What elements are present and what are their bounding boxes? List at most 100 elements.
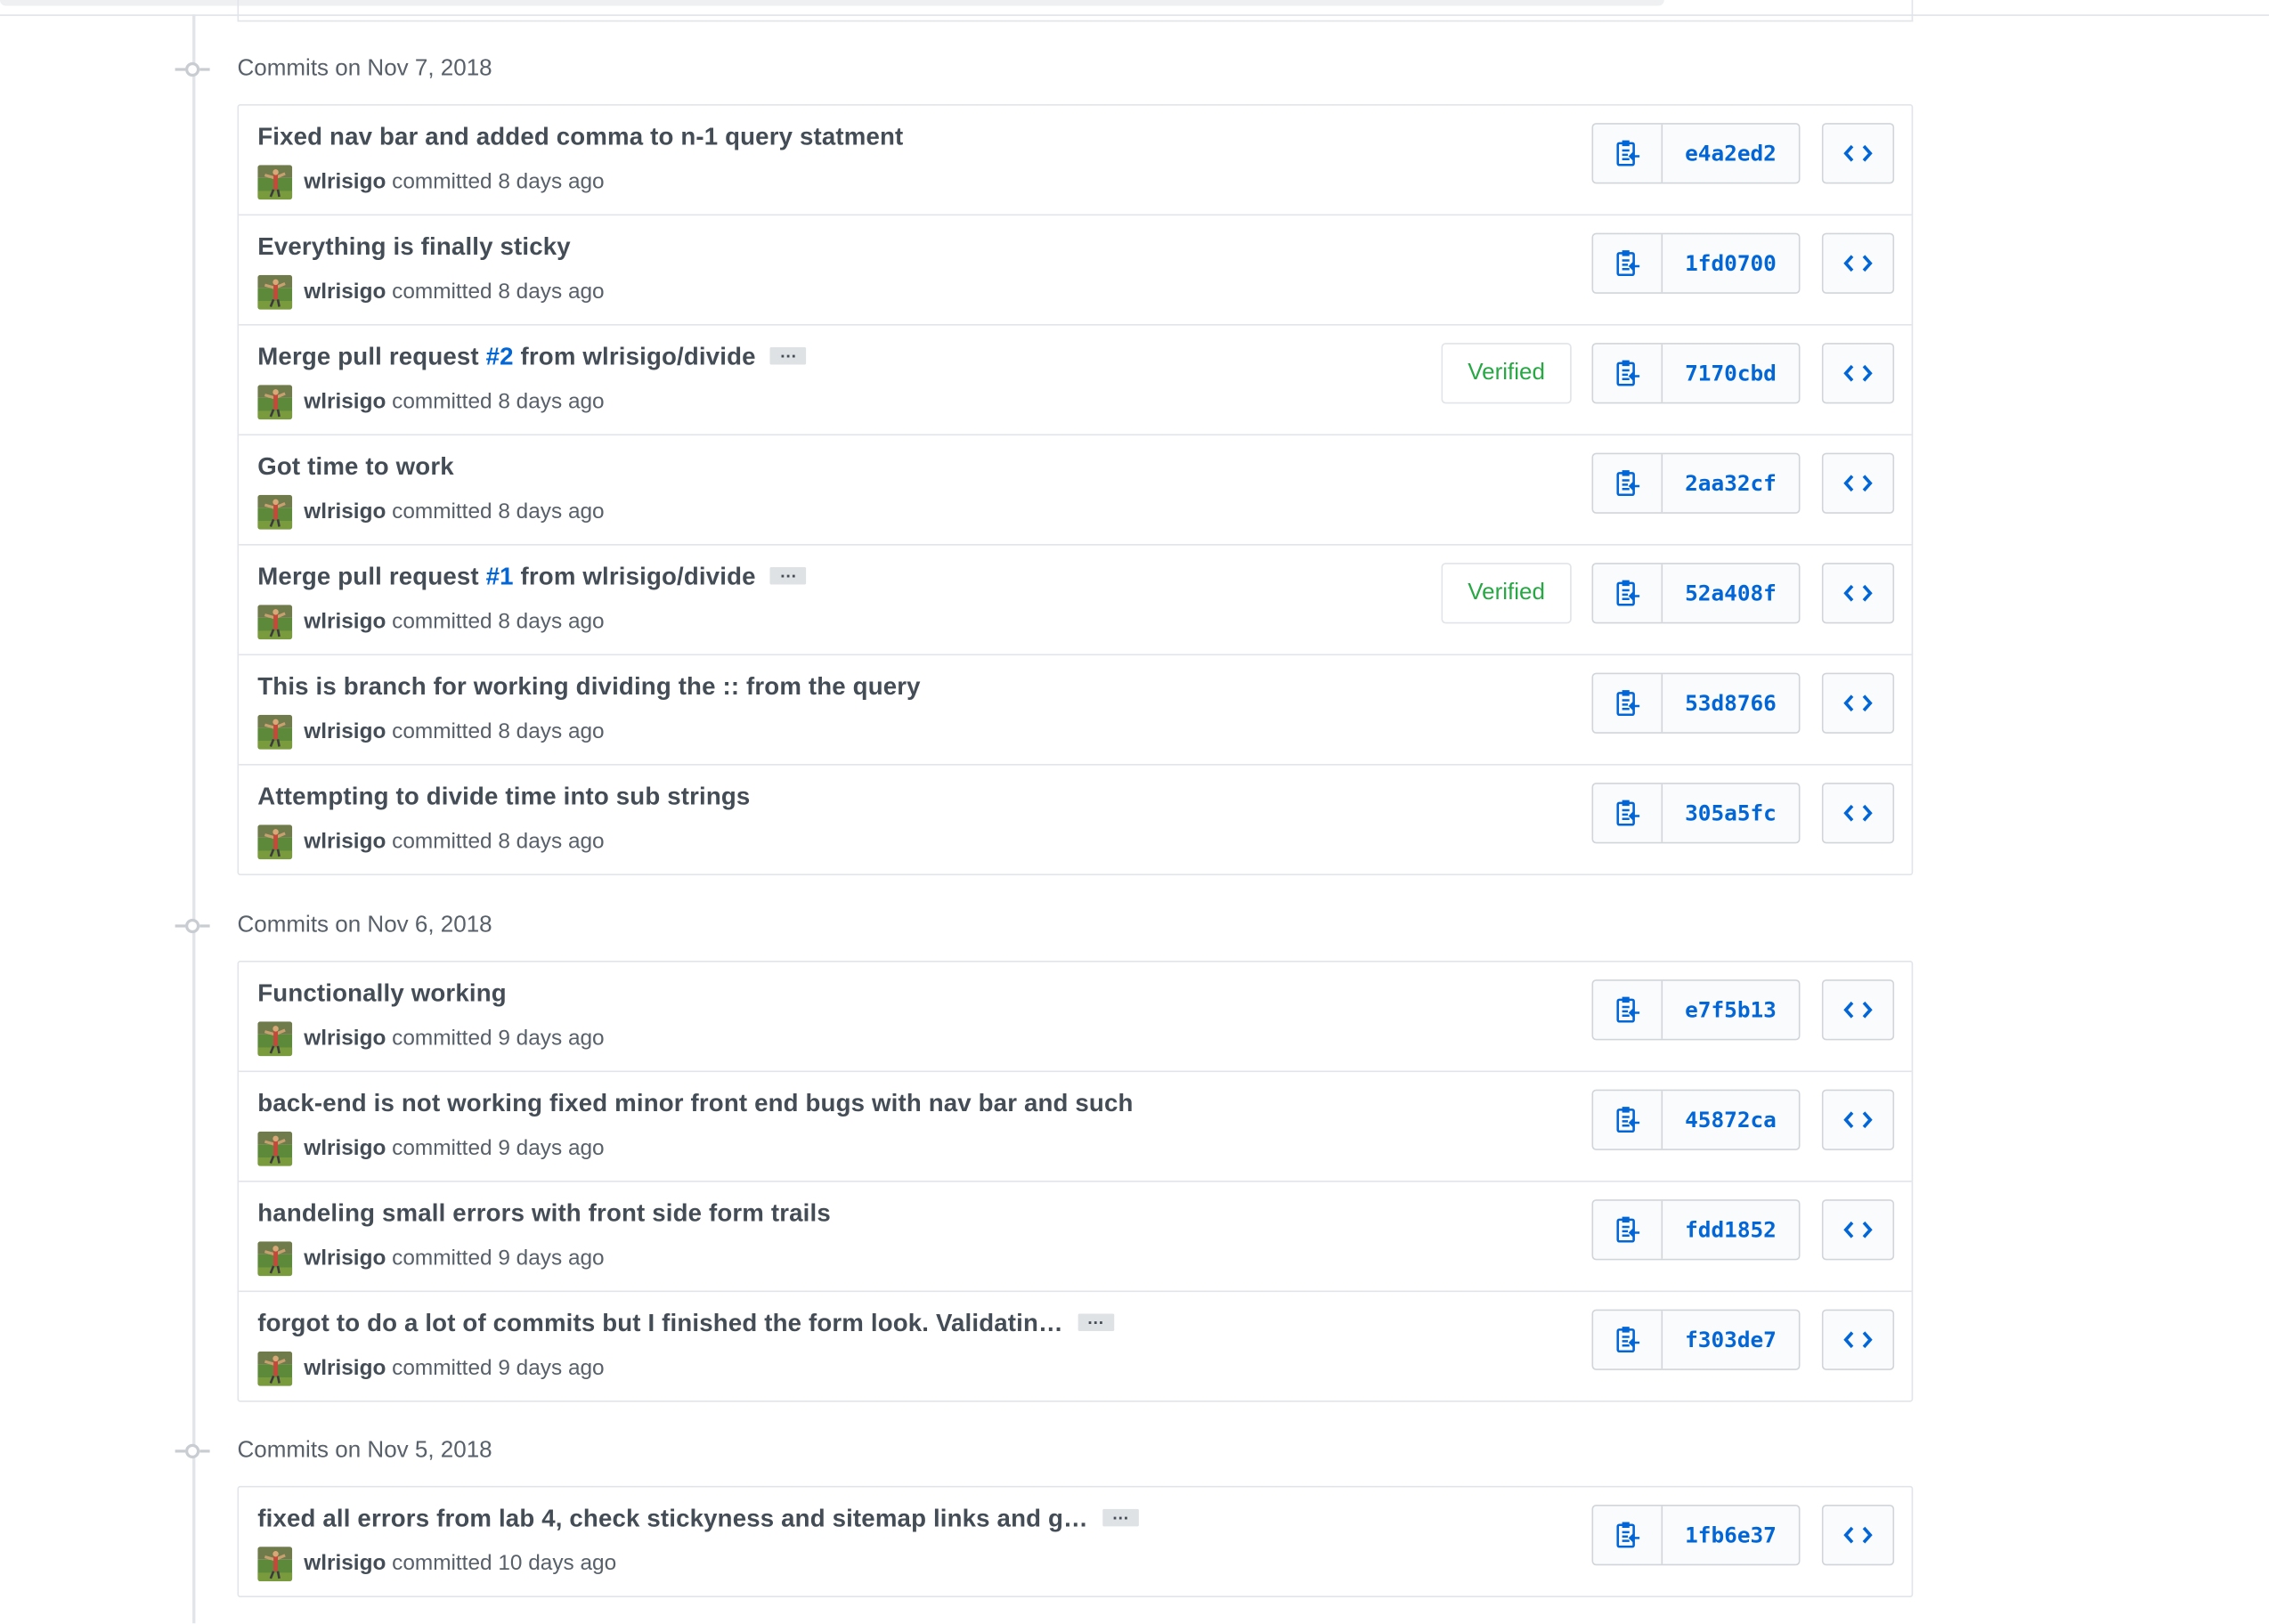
browse-repository-button[interactable]	[1821, 1089, 1895, 1150]
copy-sha-button[interactable]	[1593, 454, 1663, 513]
commit-title-text[interactable]: forgot to do a lot of commits but I fini…	[257, 1310, 1063, 1337]
author-link[interactable]: wlrisigo	[304, 499, 386, 524]
author-link[interactable]: wlrisigo	[304, 389, 386, 414]
expand-message-button[interactable]: …	[1078, 1309, 1114, 1331]
commit-title-text[interactable]: back-end is not working fixed minor fron…	[257, 1090, 1133, 1117]
expand-message-button[interactable]: …	[769, 342, 807, 364]
author-link[interactable]: wlrisigo	[304, 169, 386, 194]
commit-title[interactable]: Got time to work	[257, 453, 454, 483]
avatar[interactable]	[257, 1241, 293, 1277]
commit-sha-link[interactable]: e4a2ed2	[1663, 125, 1799, 183]
commit-title[interactable]: This is branch for working dividing the …	[257, 673, 920, 702]
author-link[interactable]: wlrisigo	[304, 1551, 386, 1576]
commit-sha-link[interactable]: 7170cbd	[1663, 345, 1799, 402]
commit-title-text[interactable]: from wlrisigo/divide	[514, 563, 756, 590]
copy-sha-button[interactable]	[1593, 1311, 1663, 1369]
sha-button-group: 52a408f	[1591, 563, 1801, 624]
avatar[interactable]	[257, 714, 293, 750]
browse-repository-button[interactable]	[1821, 1505, 1895, 1566]
commit-title[interactable]: fixed all errors from lab 4, check stick…	[257, 1504, 1139, 1534]
author-link[interactable]: wlrisigo	[304, 1026, 386, 1051]
commit-sha-link[interactable]: f303de7	[1663, 1311, 1799, 1368]
commit-title-text[interactable]: Merge pull request	[257, 343, 485, 370]
commit-sha-link[interactable]: 52a408f	[1663, 564, 1799, 622]
browse-repository-button[interactable]	[1821, 123, 1895, 184]
author-link[interactable]: wlrisigo	[304, 1136, 386, 1161]
commit-title-text[interactable]: Everything is finally sticky	[257, 233, 571, 261]
browse-repository-button[interactable]	[1821, 672, 1895, 734]
copy-sha-button[interactable]	[1593, 234, 1663, 293]
copy-sha-button[interactable]	[1593, 1200, 1663, 1259]
commit-title-text[interactable]: Merge pull request	[257, 563, 485, 590]
verified-badge[interactable]: Verified	[1441, 343, 1572, 404]
avatar[interactable]	[257, 824, 293, 860]
copy-sha-button[interactable]	[1593, 344, 1663, 402]
browse-repository-button[interactable]	[1821, 979, 1895, 1041]
commit-title[interactable]: Merge pull request #1 from wlrisigo/divi…	[257, 562, 807, 592]
commit-row: Functionally working wlrisigo committed 9…	[239, 962, 1912, 1071]
browse-repository-button[interactable]	[1821, 783, 1895, 844]
pull-request-link[interactable]: #2	[486, 343, 514, 370]
author-link[interactable]: wlrisigo	[304, 829, 386, 854]
commit-title[interactable]: Everything is finally sticky	[257, 233, 571, 263]
commit-title-text[interactable]: from wlrisigo/divide	[514, 343, 756, 370]
browse-repository-button[interactable]	[1821, 232, 1895, 294]
commit-title[interactable]: Fixed nav bar and added comma to n-1 que…	[257, 123, 903, 152]
avatar[interactable]	[257, 385, 293, 420]
day-header: Commits on Nov 7, 2018	[237, 56, 492, 81]
clippy-icon	[1615, 1522, 1639, 1548]
commit-title-text[interactable]: Fixed nav bar and added comma to n-1 que…	[257, 123, 903, 150]
commit-title[interactable]: Merge pull request #2 from wlrisigo/divi…	[257, 342, 807, 372]
author-link[interactable]: wlrisigo	[304, 1356, 386, 1381]
copy-sha-button[interactable]	[1593, 674, 1663, 733]
commit-sha-link[interactable]: 2aa32cf	[1663, 454, 1799, 512]
expand-message-button[interactable]: …	[1102, 1504, 1139, 1526]
commit-sha-link[interactable]: fdd1852	[1663, 1201, 1799, 1259]
avatar[interactable]	[257, 274, 293, 310]
commit-title[interactable]: Functionally working	[257, 979, 507, 1009]
commit-title-text[interactable]: This is branch for working dividing the …	[257, 673, 920, 701]
commit-sha-link[interactable]: e7f5b13	[1663, 981, 1799, 1039]
author-link[interactable]: wlrisigo	[304, 1246, 386, 1271]
browse-repository-button[interactable]	[1821, 1199, 1895, 1261]
commit-sha-link[interactable]: 1fb6e37	[1663, 1506, 1799, 1564]
avatar[interactable]	[257, 1021, 293, 1057]
author-link[interactable]: wlrisigo	[304, 280, 386, 304]
commit-sha-link[interactable]: 53d8766	[1663, 674, 1799, 732]
browse-repository-button[interactable]	[1821, 343, 1895, 404]
avatar[interactable]	[257, 1351, 293, 1386]
copy-sha-button[interactable]	[1593, 124, 1663, 183]
copy-sha-button[interactable]	[1593, 1506, 1663, 1564]
commit-title[interactable]: back-end is not working fixed minor fron…	[257, 1090, 1133, 1119]
avatar[interactable]	[257, 1131, 293, 1166]
commit-title-text[interactable]: Functionally working	[257, 979, 507, 1007]
copy-sha-button[interactable]	[1593, 1091, 1663, 1149]
browse-repository-button[interactable]	[1821, 563, 1895, 624]
commit-title-text[interactable]: Got time to work	[257, 453, 454, 481]
commit-sha-link[interactable]: 305a5fc	[1663, 784, 1799, 842]
avatar[interactable]	[257, 494, 293, 530]
commit-sha-link[interactable]: 1fd0700	[1663, 234, 1799, 292]
avatar[interactable]	[257, 165, 293, 200]
author-link[interactable]: wlrisigo	[304, 719, 386, 744]
copy-sha-button[interactable]	[1593, 784, 1663, 842]
browse-repository-button[interactable]	[1821, 1309, 1895, 1370]
commit-title-text[interactable]: handeling small errors with front side f…	[257, 1199, 831, 1227]
commit-title[interactable]: Attempting to divide time into sub strin…	[257, 783, 750, 812]
commit-sha-link[interactable]: 45872ca	[1663, 1091, 1799, 1149]
verified-badge[interactable]: Verified	[1441, 563, 1572, 624]
code-brackets-icon	[1843, 255, 1873, 272]
avatar[interactable]	[257, 605, 293, 640]
commit-title-text[interactable]: Attempting to divide time into sub strin…	[257, 783, 750, 810]
copy-sha-button[interactable]	[1593, 564, 1663, 622]
commit-title-text[interactable]: fixed all errors from lab 4, check stick…	[257, 1505, 1088, 1532]
code-brackets-icon	[1843, 364, 1873, 382]
copy-sha-button[interactable]	[1593, 980, 1663, 1039]
pull-request-link[interactable]: #1	[486, 563, 514, 590]
browse-repository-button[interactable]	[1821, 452, 1895, 514]
commit-title[interactable]: handeling small errors with front side f…	[257, 1199, 831, 1229]
avatar[interactable]	[257, 1547, 293, 1582]
expand-message-button[interactable]: …	[769, 562, 807, 584]
commit-title[interactable]: forgot to do a lot of commits but I fini…	[257, 1309, 1114, 1339]
author-link[interactable]: wlrisigo	[304, 609, 386, 634]
